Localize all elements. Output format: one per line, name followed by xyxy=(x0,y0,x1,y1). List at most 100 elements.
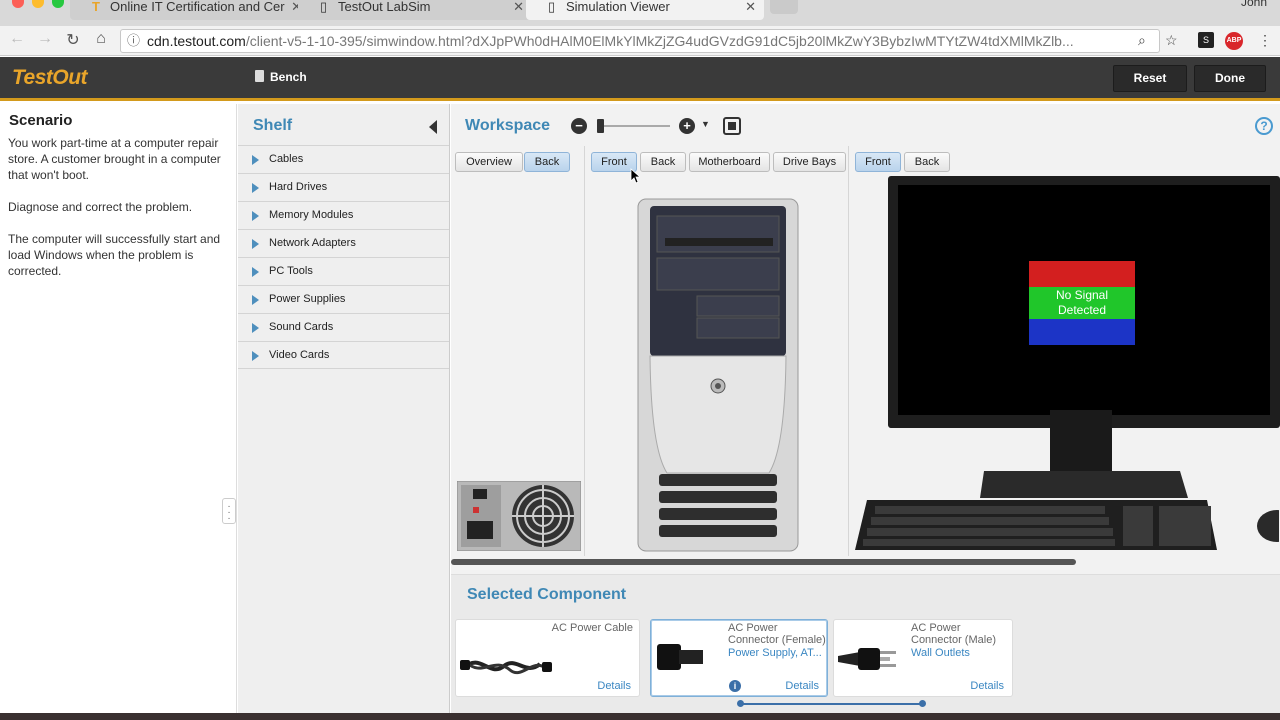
tower-back-button[interactable]: Back xyxy=(640,152,686,172)
shelf-item-power-supplies[interactable]: Power Supplies xyxy=(238,285,449,313)
shelf-title: Shelf xyxy=(253,117,293,134)
bookmark-star-icon[interactable]: ☆ xyxy=(1165,32,1178,49)
scenario-paragraph: You work part-time at a computer repair … xyxy=(8,136,221,182)
testout-logo-icon: T xyxy=(92,0,100,14)
component-name-line: AC Power xyxy=(728,622,778,634)
no-signal-text: No Signal xyxy=(1055,288,1109,302)
help-icon[interactable]: ? xyxy=(1255,117,1273,135)
color-bar-green: No Signal Detected xyxy=(1029,287,1135,319)
shelf-item-pc-tools[interactable]: PC Tools xyxy=(238,257,449,285)
bench-label: Bench xyxy=(270,70,307,84)
shelf-item-cables[interactable]: Cables xyxy=(238,145,449,173)
close-window-button[interactable] xyxy=(12,0,24,8)
browser-tab[interactable]: ▯ TestOut LabSim ✕ xyxy=(298,0,532,20)
shelf-item-sound-cards[interactable]: Sound Cards xyxy=(238,313,449,341)
browser-tab[interactable]: T Online IT Certification and Cer ✕ xyxy=(70,0,310,20)
tab-title: TestOut LabSim xyxy=(338,0,431,14)
tab-title: Simulation Viewer xyxy=(566,0,670,14)
expand-triangle-icon xyxy=(252,267,259,277)
adblock-icon[interactable]: ABP xyxy=(1225,32,1243,50)
zoom-in-icon[interactable]: + xyxy=(679,118,695,134)
carousel-track xyxy=(741,703,921,705)
details-link[interactable]: Details xyxy=(970,680,1004,692)
computer-tower-image[interactable] xyxy=(637,198,799,552)
forward-arrow-icon[interactable]: → xyxy=(34,30,56,48)
shelf-item-network-adapters[interactable]: Network Adapters xyxy=(238,229,449,257)
overview-button[interactable]: Overview xyxy=(455,152,523,172)
done-button[interactable]: Done xyxy=(1194,65,1266,92)
component-name-line: AC Power xyxy=(911,622,961,634)
expand-triangle-icon xyxy=(252,155,259,165)
zoom-slider-track[interactable] xyxy=(600,125,670,127)
profile-name[interactable]: John xyxy=(1241,0,1267,9)
scenario-title: Scenario xyxy=(9,112,73,129)
tower-motherboard-button[interactable]: Motherboard xyxy=(689,152,770,172)
window-bottom-edge xyxy=(0,713,1280,720)
carousel-handle-left[interactable] xyxy=(737,700,744,707)
monitor-back-button[interactable]: Back xyxy=(904,152,950,172)
shelf-list: Cables Hard Drives Memory Modules Networ… xyxy=(238,145,449,369)
info-icon[interactable]: ⓘ xyxy=(127,30,140,52)
mouse-image[interactable] xyxy=(1255,508,1279,544)
close-tab-icon[interactable]: ✕ xyxy=(745,0,756,14)
bench-icon xyxy=(255,70,264,82)
no-signal-box: No Signal Detected xyxy=(1029,261,1135,345)
browser-tab-strip: T Online IT Certification and Cer ✕ ▯ Te… xyxy=(0,0,1280,26)
expand-triangle-icon xyxy=(252,183,259,193)
power-supply-image[interactable] xyxy=(457,481,581,551)
tower-drive-bays-button[interactable]: Drive Bays xyxy=(773,152,846,172)
no-signal-text: Detected xyxy=(1057,303,1107,317)
shelf-item-memory-modules[interactable]: Memory Modules xyxy=(238,201,449,229)
browser-tab-active[interactable]: ▯ Simulation Viewer ✕ xyxy=(526,0,764,20)
workspace-horizontal-scrollbar[interactable] xyxy=(451,559,1076,565)
back-arrow-icon[interactable]: ← xyxy=(6,30,28,48)
bench-tab[interactable]: Bench xyxy=(255,70,307,84)
reload-icon[interactable]: ↻ xyxy=(62,30,84,50)
new-tab-button[interactable] xyxy=(770,0,798,14)
monitor-front-button[interactable]: Front xyxy=(855,152,901,172)
search-icon[interactable]: ⌕ xyxy=(1138,32,1146,49)
close-tab-icon[interactable]: ✕ xyxy=(513,0,524,14)
chevron-down-icon[interactable]: ▼ xyxy=(701,119,710,129)
shelf-item-label: Network Adapters xyxy=(269,237,356,249)
component-location-link[interactable]: Power Supply, AT... xyxy=(728,647,824,659)
zoom-out-icon[interactable]: − xyxy=(571,118,587,134)
fit-to-screen-icon[interactable] xyxy=(723,117,741,135)
color-bar-red xyxy=(1029,261,1135,287)
collapse-arrow-icon[interactable] xyxy=(429,120,437,134)
shelf-item-label: Hard Drives xyxy=(269,181,328,193)
component-card-ac-power-connector-female[interactable]: AC Power Connector (Female) Power Supply… xyxy=(650,619,828,697)
menu-icon[interactable]: ⋮ xyxy=(1258,32,1272,49)
scenario-paragraph: The computer will successfully start and… xyxy=(8,232,221,278)
address-bar[interactable]: ⓘ cdn.testout.com/client-v5-1-10-395/sim… xyxy=(120,29,1160,53)
url-host: cdn.testout.com xyxy=(147,33,246,49)
home-icon[interactable]: ⌂ xyxy=(90,30,112,48)
minimize-window-button[interactable] xyxy=(32,0,44,8)
reset-button[interactable]: Reset xyxy=(1113,65,1187,92)
component-card-ac-power-connector-male[interactable]: AC Power Connector (Male) Wall Outlets D… xyxy=(833,619,1013,697)
shelf-item-label: PC Tools xyxy=(269,265,313,277)
component-name: AC Power Connector (Male) xyxy=(911,622,996,646)
psu-back-button[interactable]: Back xyxy=(524,152,570,172)
details-link[interactable]: Details xyxy=(785,680,819,692)
component-location-link[interactable]: Wall Outlets xyxy=(911,647,1007,659)
shelf-item-label: Sound Cards xyxy=(269,321,334,333)
scenario-paragraph: Diagnose and correct the problem. xyxy=(8,200,193,214)
shelf-item-hard-drives[interactable]: Hard Drives xyxy=(238,173,449,201)
zoom-slider-handle[interactable] xyxy=(597,119,604,133)
shelf-item-label: Power Supplies xyxy=(269,293,346,305)
scenario-panel: Scenario You work part-time at a compute… xyxy=(0,104,237,716)
carousel-handle-right[interactable] xyxy=(919,700,926,707)
extension-icon[interactable]: S xyxy=(1198,32,1214,48)
browser-toolbar: ← → ↻ ⌂ ⓘ cdn.testout.com/client-v5-1-10… xyxy=(0,26,1280,56)
info-icon[interactable]: i xyxy=(729,680,741,692)
monitor-view: Front Back No Signal Detected xyxy=(849,146,1280,556)
keyboard-image[interactable] xyxy=(853,498,1219,554)
component-card-ac-power-cable[interactable]: AC Power Cable Details xyxy=(455,619,640,697)
maximize-window-button[interactable] xyxy=(52,0,64,8)
page-icon: ▯ xyxy=(320,0,328,14)
details-link[interactable]: Details xyxy=(597,680,631,692)
shelf-item-video-cards[interactable]: Video Cards xyxy=(238,341,449,369)
panel-resize-handle[interactable]: · · · xyxy=(222,498,236,524)
shelf-item-label: Memory Modules xyxy=(269,209,354,221)
